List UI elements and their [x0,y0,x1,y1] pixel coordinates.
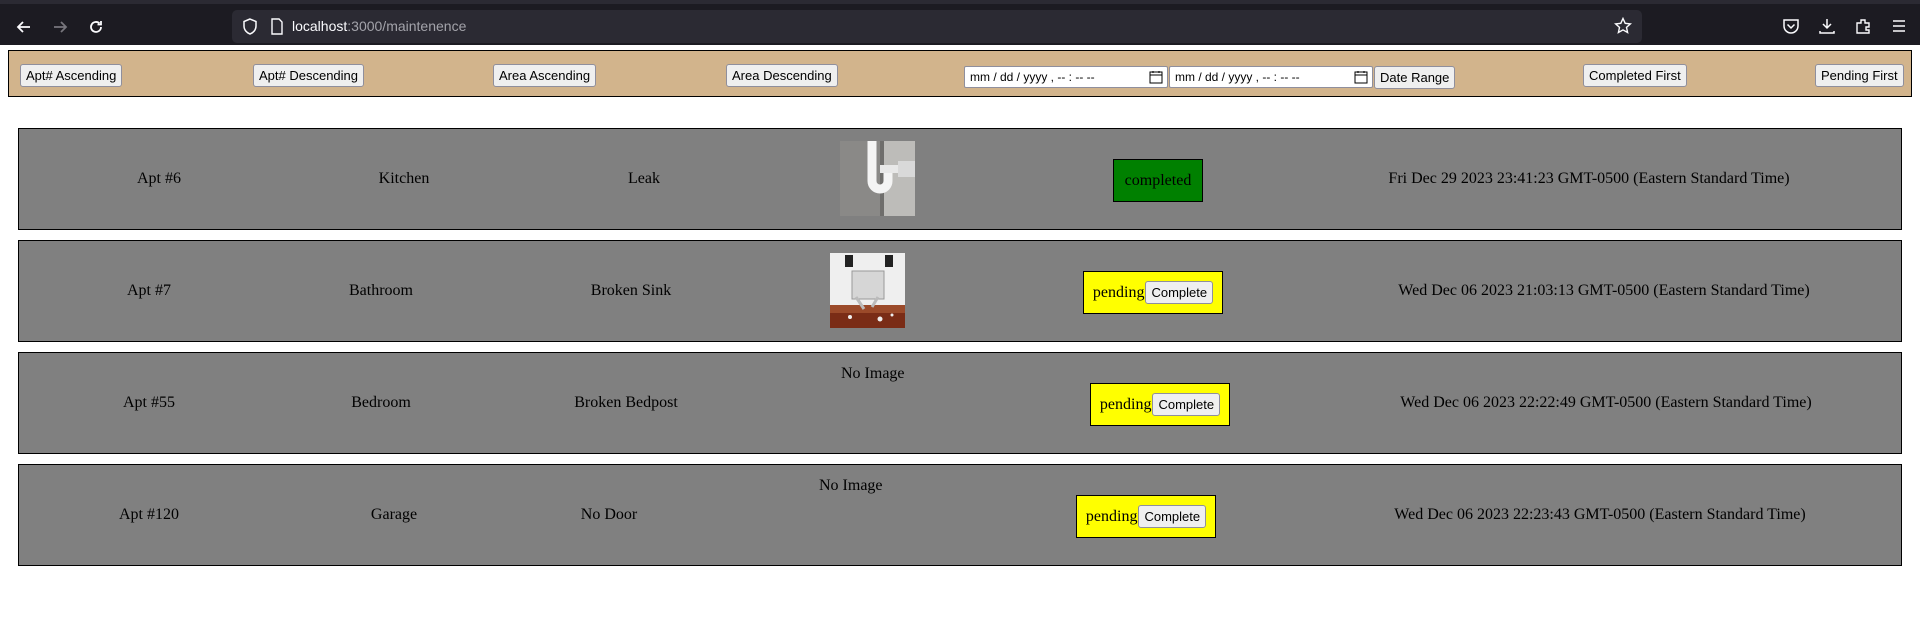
apt-number: Apt #55 [123,394,175,411]
complete-button[interactable]: Complete [1145,281,1214,304]
end-date-input[interactable]: mm / dd / yyyy , -- : -- -- [1169,66,1373,88]
issue: Broken Sink [590,282,672,299]
apt-number: Apt #6 [137,170,181,187]
status-text: pending [1085,507,1138,525]
complete-button[interactable]: Complete [1138,505,1207,528]
status-badge: pending Complete [1090,383,1230,426]
pipe-photo [840,141,915,216]
calendar-icon[interactable] [1354,70,1368,87]
apt-number: Apt #7 [127,282,171,299]
request-row: Apt #55 Bedroom Broken Bedpost No Image … [18,352,1902,454]
pending-first-button[interactable]: Pending First [1815,64,1904,87]
url-text: localhost:3000/maintenence [292,18,467,34]
start-date-input[interactable]: mm / dd / yyyy , -- : -- -- [964,66,1168,88]
request-row: Apt #120 Garage No Door No Image pending… [18,464,1902,566]
request-date: Wed Dec 06 2023 21:03:13 GMT-0500 (Easte… [1398,282,1810,299]
apt-ascending-button[interactable]: Apt# Ascending [20,64,123,87]
completed-first-button[interactable]: Completed First [1583,64,1687,87]
menu-icon[interactable] [1886,13,1912,39]
start-date-placeholder: mm / dd / yyyy , -- : -- -- [970,70,1095,84]
complete-button[interactable]: Complete [1152,393,1221,416]
issue: No Door [580,506,638,523]
end-date-placeholder: mm / dd / yyyy , -- : -- -- [1175,70,1300,84]
area: Bathroom [349,282,413,299]
broken-sink-photo [830,253,905,328]
pocket-icon[interactable] [1778,13,1804,39]
area-descending-button[interactable]: Area Descending [726,64,838,87]
request-date: Wed Dec 06 2023 22:23:43 GMT-0500 (Easte… [1394,506,1806,523]
back-icon[interactable] [10,13,38,41]
issue: Broken Bedpost [574,394,678,411]
bookmark-star-icon[interactable] [1613,16,1633,40]
browser-toolbar: localhost:3000/maintenence [0,0,1920,45]
address-bar[interactable]: localhost:3000/maintenence [232,10,1642,43]
area: Garage [370,506,418,523]
forward-icon[interactable] [46,13,74,41]
status-badge: completed [1113,159,1203,202]
status-text: pending [1099,395,1152,413]
area: Kitchen [378,170,430,187]
request-row: Apt #7 Bathroom Broken Sink pending Comp… [18,240,1902,342]
status-badge: pending Complete [1076,495,1216,538]
reload-icon[interactable] [82,13,110,41]
status-text: pending [1092,283,1145,301]
apt-number: Apt #120 [119,506,179,523]
issue: Leak [628,170,660,187]
no-image-label: No Image [841,365,905,382]
downloads-icon[interactable] [1814,13,1840,39]
apt-descending-button[interactable]: Apt# Descending [253,64,365,87]
filter-toolbar: Apt# Ascending Apt# Descending Area Asce… [8,50,1912,97]
calendar-icon[interactable] [1149,70,1163,87]
area-ascending-button[interactable]: Area Ascending [493,64,597,87]
status-badge: pending Complete [1083,271,1223,314]
area: Bedroom [351,394,411,411]
status-text: completed [1124,171,1192,189]
no-image-label: No Image [819,477,883,494]
extensions-icon[interactable] [1850,13,1876,39]
request-date: Fri Dec 29 2023 23:41:23 GMT-0500 (Easte… [1388,170,1790,187]
shield-icon[interactable] [242,18,258,40]
date-range-button[interactable]: Date Range [1374,66,1456,89]
page-icon[interactable] [270,18,284,40]
request-date: Wed Dec 06 2023 22:22:49 GMT-0500 (Easte… [1400,394,1812,411]
request-row: Apt #6 Kitchen Leak completed Fri Dec 29… [18,128,1902,230]
